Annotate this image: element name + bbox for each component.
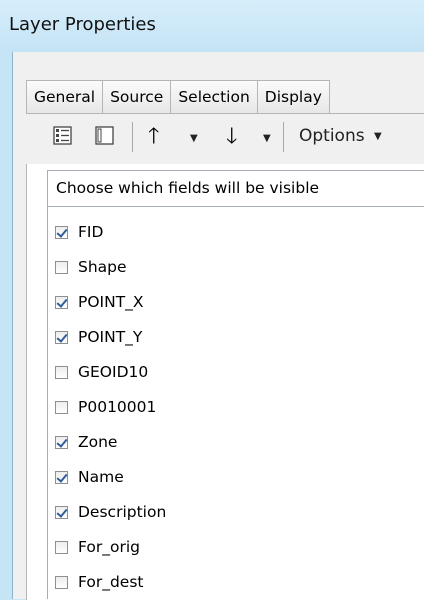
title-bar[interactable]: Layer Properties (0, 0, 424, 52)
list-item[interactable]: POINT_X (55, 290, 144, 314)
field-label: POINT_X (78, 293, 144, 311)
options-dropdown[interactable]: Options ▼ (299, 126, 382, 146)
field-label: P0010001 (78, 398, 157, 416)
checkbox[interactable] (55, 225, 68, 239)
tab-general[interactable]: General (26, 80, 104, 113)
move-down-icon[interactable]: 🡓 (226, 126, 237, 148)
list-view-icon[interactable] (95, 126, 114, 149)
list-item[interactable]: Description (55, 500, 166, 524)
list-item[interactable]: Shape (55, 255, 127, 279)
field-label: For_dest (78, 573, 144, 591)
checkbox[interactable] (55, 295, 68, 309)
table-view-icon[interactable] (53, 126, 72, 149)
field-label: POINT_Y (78, 328, 143, 346)
list-item[interactable]: For_dest (55, 570, 144, 594)
checkbox[interactable] (55, 330, 68, 344)
checkbox[interactable] (55, 540, 68, 554)
list-item[interactable]: FID (55, 220, 103, 244)
checkbox[interactable] (55, 470, 68, 484)
field-label: Zone (78, 433, 118, 451)
list-item[interactable]: Zone (55, 430, 117, 454)
checkbox[interactable] (55, 400, 68, 414)
checkbox[interactable] (55, 505, 68, 519)
checkbox[interactable] (55, 575, 68, 589)
list-item[interactable]: GEOID10 (55, 360, 148, 384)
toolbar-separator (132, 122, 133, 152)
options-label: Options (299, 126, 365, 146)
chevron-down-icon: ▼ (374, 131, 382, 142)
tab-source[interactable]: Source (102, 80, 172, 113)
move-up-icon[interactable]: 🡑 (148, 126, 159, 148)
window-frame (0, 52, 12, 599)
tab-display[interactable]: Display (256, 80, 330, 113)
list-item[interactable]: POINT_Y (55, 325, 142, 349)
list-header: Choose which fields will be visible (48, 171, 424, 207)
field-label: Name (78, 468, 124, 486)
tab-strip: General Source Selection Display (26, 80, 330, 114)
checkbox[interactable] (55, 435, 68, 449)
list-item[interactable]: P0010001 (55, 395, 156, 419)
field-label: GEOID10 (78, 363, 149, 381)
field-label: Description (78, 503, 167, 521)
tab-selection[interactable]: Selection (170, 80, 258, 113)
checkbox[interactable] (55, 260, 68, 274)
list-item[interactable]: For_orig (55, 535, 140, 559)
chevron-down-icon[interactable]: ▼ (263, 134, 271, 144)
fields-list[interactable]: Choose which fields will be visible FID … (47, 170, 424, 599)
field-label: For_orig (78, 538, 140, 556)
field-label: FID (78, 223, 104, 241)
field-label: Shape (78, 258, 127, 276)
window-title: Layer Properties (9, 14, 156, 35)
chevron-down-icon[interactable]: ▼ (190, 134, 198, 144)
toolbar-separator (283, 122, 284, 152)
list-item[interactable]: Name (55, 465, 124, 489)
checkbox[interactable] (55, 365, 68, 379)
